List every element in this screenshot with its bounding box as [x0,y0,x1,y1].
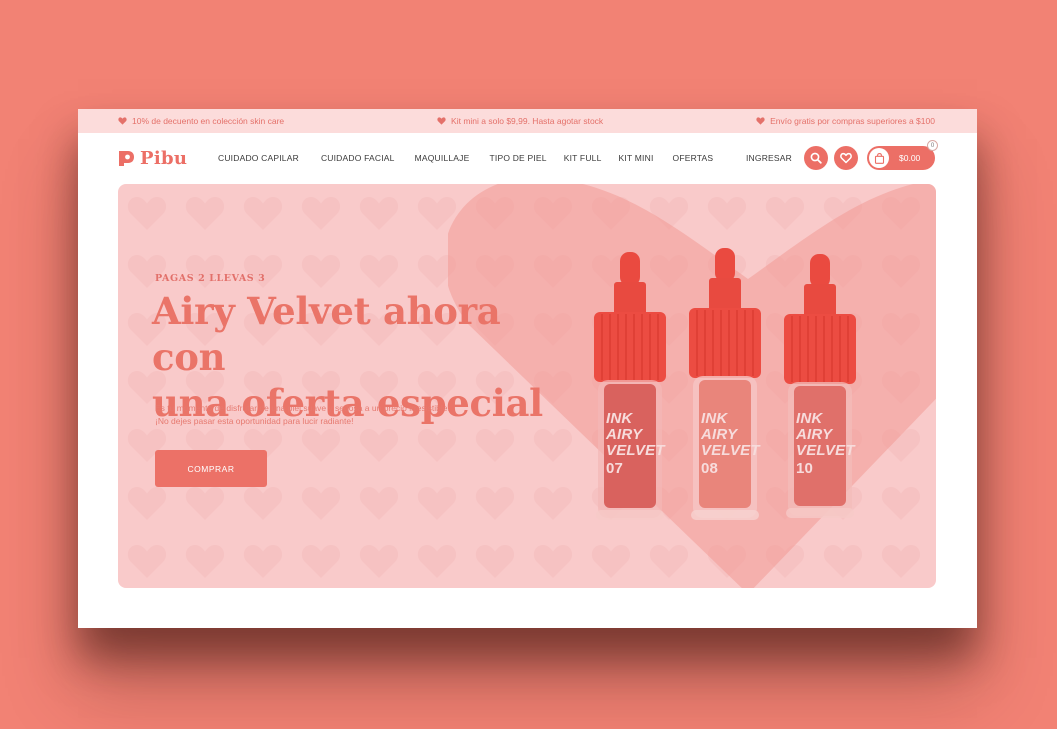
headline-line-1: Airy Velvet ahora con [152,289,501,379]
description-line-2: ¡No dejes pasar esta oportunidad para lu… [155,415,354,426]
product-bottle-08[interactable]: INK AIRY VELVET 08 [687,244,763,524]
cart-count-badge: 0 [927,140,938,151]
bottle-line-2: VELVET [606,442,665,459]
announcement-bar: 10% de decuento en colección skin care K… [78,109,977,133]
nav-item-kit-full[interactable]: KIT FULL [564,153,602,163]
hero-description: Es tu momento de disfrutar de una piel s… [155,402,535,427]
nav-item-cuidado-facial[interactable]: CUIDADO FACIAL [321,153,395,163]
bottle-brand: INK [606,410,633,427]
promo-text: Kit mini a solo $9,99. Hasta agotar stoc… [451,116,604,126]
header-actions: INGRESAR $0.00 0 [746,140,938,170]
shopping-bag-icon [874,152,884,164]
nav-item-tipo-de-piel[interactable]: TIPO DE PIEL [490,153,547,163]
search-button[interactable] [804,146,828,170]
hero-eyebrow: PAGAS 2 LLEVAS 3 [155,273,266,284]
browser-frame: 10% de decuento en colección skin care K… [78,109,977,628]
bottle-shade: 07 [606,460,624,477]
bottle-line-2: VELVET [701,442,760,459]
cart-total: $0.00 [899,153,921,163]
bottle-brand: INK [796,410,823,427]
hero-banner: PAGAS 2 LLEVAS 3 Airy Velvet ahora con u… [118,184,936,588]
main-nav: CUIDADO CAPILAR CUIDADO FACIAL MAQUILLAJ… [218,153,713,163]
bottle-brand: INK [701,410,728,427]
cart-button[interactable]: $0.00 0 [867,140,938,170]
promo-free-shipping: Envío gratis por compras superiores a $1… [756,116,935,126]
site-header: Pibu CUIDADO CAPILAR CUIDADO FACIAL MAQU… [78,133,977,183]
heart-icon [437,117,446,125]
tint-bottle-illustration [689,248,761,520]
search-icon [810,152,822,164]
cart-icon-wrap [869,148,889,168]
product-bottle-10[interactable]: INK AIRY VELVET 10 [782,250,858,530]
bottle-line-1: AIRY [701,426,738,443]
description-line-1: Es tu momento de disfrutar de una piel s… [155,403,450,413]
nav-item-maquillaje[interactable]: MAQUILLAJE [415,153,470,163]
heart-icon [840,152,852,164]
bottle-line-2: VELVET [796,442,855,459]
logo-mark-icon [119,150,134,166]
nav-item-ofertas[interactable]: OFERTAS [673,153,714,163]
promo-text: 10% de decuento en colección skin care [132,116,285,126]
promo-text: Envío gratis por compras superiores a $1… [770,116,935,126]
nav-item-cuidado-capilar[interactable]: CUIDADO CAPILAR [218,153,299,163]
tint-bottle-illustration [594,252,666,520]
bottle-shade: 08 [701,460,719,477]
logo-text: Pibu [140,147,188,169]
bottle-line-1: AIRY [606,426,643,443]
product-bottle-07[interactable]: INK AIRY VELVET 07 [592,248,668,528]
nav-item-kit-mini[interactable]: KIT MINI [619,153,654,163]
bottle-line-1: AIRY [796,426,833,443]
bottle-shade: 10 [796,460,814,477]
promo-skin-care: 10% de decuento en colección skin care [118,116,284,126]
tint-bottle-illustration [784,254,856,518]
login-link[interactable]: INGRESAR [746,153,792,163]
comprar-button[interactable]: COMPRAR [155,450,267,487]
promo-kit-mini: Kit mini a solo $9,99. Hasta agotar stoc… [437,116,603,126]
logo[interactable]: Pibu [118,148,218,169]
heart-icon [118,117,127,125]
wishlist-button[interactable] [834,146,858,170]
heart-icon [756,117,765,125]
